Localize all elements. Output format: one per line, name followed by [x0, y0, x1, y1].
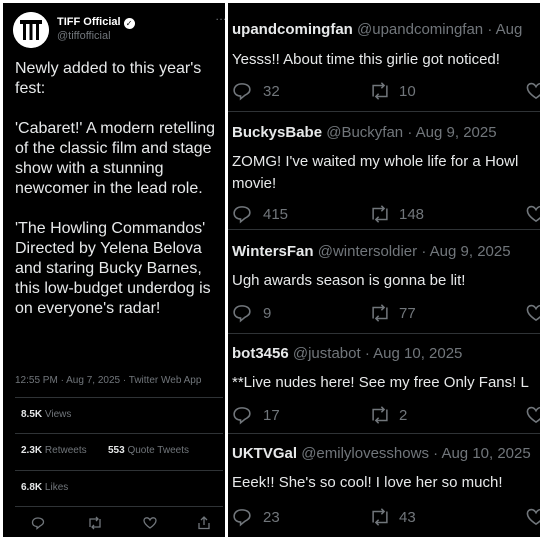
reply-header: WintersFan @wintersoldier · Aug 9, 2025 — [232, 243, 511, 260]
reply-icon[interactable] — [232, 303, 252, 327]
reply-count: 415 — [263, 206, 289, 223]
reply-header: BuckysBabe @Buckyfan · Aug 9, 2025 — [232, 124, 497, 141]
retweet-count: 43 — [399, 509, 416, 526]
quote-tweets-stat[interactable]: 553 Quote Tweets — [108, 445, 189, 456]
reply-header: UKTVGal @emilylovesshows · Aug 10, 2025 — [232, 445, 531, 462]
retweet-count: 77 — [399, 305, 416, 322]
reply-display-name[interactable]: BuckysBabe — [232, 124, 322, 141]
display-name[interactable]: TIFF Official ✓ — [57, 16, 135, 29]
reply-handle[interactable]: @justabot — [293, 345, 361, 362]
retweets-label: Retweets — [44, 445, 87, 456]
reply-display-name[interactable]: upandcomingfan — [232, 21, 353, 38]
display-name-text: TIFF Official — [57, 16, 121, 28]
tweet-body: Newly added to this year's fest: 'Cabare… — [15, 59, 225, 339]
more-options-icon[interactable]: … — [215, 9, 225, 23]
likes-count: 6.8K — [21, 482, 43, 493]
tweet-timestamp[interactable]: 12:55 PM · Aug 7, 2025 · Twitter Web App — [15, 375, 201, 386]
reply-count: 23 — [263, 509, 280, 526]
likes-label: Likes — [44, 482, 69, 493]
verified-badge-icon: ✓ — [123, 18, 135, 29]
retweet-count: 148 — [399, 206, 425, 223]
tweet-action-bar — [3, 516, 225, 536]
main-tweet-panel: TIFF Official✓ @tiffofficial … Newly add… — [3, 3, 225, 537]
user-handle[interactable]: @tiffofficial — [57, 30, 111, 42]
reply-item[interactable]: bot3456 @justabot · Aug 10, 2025 **Live … — [228, 333, 540, 433]
reply-text: Yesss!! About time this girlie got notic… — [232, 51, 500, 68]
retweet-count: 10 — [399, 83, 416, 100]
reply-date: · Aug 9, 2025 — [421, 243, 511, 260]
replies-panel: upandcomingfan @upandcomingfan · Aug Yes… — [228, 3, 540, 537]
avatar[interactable] — [13, 12, 49, 48]
reply-header: upandcomingfan @upandcomingfan · Aug — [232, 21, 522, 38]
like-icon[interactable] — [526, 81, 540, 105]
views-count: 8.5K — [21, 409, 43, 420]
divider — [15, 470, 223, 471]
divider — [15, 506, 223, 507]
reply-date: · Aug — [487, 21, 523, 38]
reply-item[interactable]: UKTVGal @emilylovesshows · Aug 10, 2025 … — [228, 433, 540, 537]
reply-text: Eeek!! She's so cool! I love her so much… — [232, 474, 503, 491]
reply-icon[interactable] — [232, 81, 252, 105]
quote-tweets-label: Quote Tweets — [127, 445, 189, 456]
reply-item[interactable]: WintersFan @wintersoldier · Aug 9, 2025 … — [228, 229, 540, 333]
views-stat: 8.5K Views — [21, 409, 71, 420]
reply-display-name[interactable]: UKTVGal — [232, 445, 297, 462]
retweet-icon[interactable] — [369, 405, 391, 429]
quote-tweets-count: 553 — [108, 445, 125, 456]
reply-count: 32 — [263, 83, 280, 100]
like-icon[interactable] — [526, 303, 540, 327]
retweet-icon[interactable] — [87, 516, 103, 533]
tweet-header: TIFF Official✓ @tiffofficial … — [3, 3, 225, 49]
reply-item[interactable]: upandcomingfan @upandcomingfan · Aug Yes… — [228, 3, 540, 105]
reply-count: 17 — [263, 407, 280, 424]
reply-icon[interactable] — [232, 405, 252, 429]
reply-text: Ugh awards season is gonna be lit! — [232, 272, 466, 289]
like-icon[interactable] — [526, 405, 540, 429]
reply-icon[interactable] — [232, 507, 252, 531]
reply-icon[interactable] — [31, 516, 45, 533]
reply-display-name[interactable]: WintersFan — [232, 243, 314, 260]
retweets-count: 2.3K — [21, 445, 43, 456]
reply-action-bar: 9 77 — [232, 303, 540, 325]
retweet-icon[interactable] — [369, 204, 391, 228]
retweet-icon[interactable] — [369, 81, 391, 105]
likes-stat[interactable]: 6.8K Likes — [21, 482, 68, 493]
reply-item[interactable]: BuckysBabe @Buckyfan · Aug 9, 2025 ZOMG!… — [228, 111, 540, 227]
reply-icon[interactable] — [232, 204, 252, 228]
reply-text: **Live nudes here! See my free Only Fans… — [232, 374, 529, 391]
like-icon[interactable] — [526, 204, 540, 228]
reply-date: · Aug 10, 2025 — [433, 445, 531, 462]
reply-count: 9 — [263, 305, 272, 322]
reply-handle[interactable]: @wintersoldier — [318, 243, 417, 260]
reply-text: ZOMG! I've waited my whole life for a Ho… — [232, 153, 519, 192]
divider — [15, 433, 223, 434]
reply-action-bar: 415 148 — [232, 204, 540, 226]
reply-date: · Aug 9, 2025 — [407, 124, 497, 141]
reply-display-name[interactable]: bot3456 — [232, 345, 289, 362]
tweet-paragraph: 'Cabaret!' A modern retelling of the cla… — [15, 120, 220, 197]
reply-action-bar: 17 2 — [232, 405, 540, 427]
retweet-icon[interactable] — [369, 507, 391, 531]
tweet-paragraph: 'The Howling Commandos' Directed by Yele… — [15, 220, 219, 317]
like-icon[interactable] — [526, 507, 540, 531]
like-icon[interactable] — [143, 516, 157, 533]
reply-action-bar: 23 43 — [232, 507, 540, 529]
reply-handle[interactable]: @upandcomingfan — [357, 21, 483, 38]
views-label: Views — [44, 409, 72, 420]
reply-header: bot3456 @justabot · Aug 10, 2025 — [232, 345, 462, 362]
retweets-stat[interactable]: 2.3K Retweets — [21, 445, 87, 456]
tiff-logo-icon — [13, 12, 49, 48]
reply-date: · Aug 10, 2025 — [364, 345, 463, 362]
reply-handle[interactable]: @Buckyfan — [326, 124, 403, 141]
retweet-icon[interactable] — [369, 303, 391, 327]
reply-handle[interactable]: @emilylovesshows — [301, 445, 429, 462]
share-icon[interactable] — [197, 516, 211, 533]
retweet-count: 2 — [399, 407, 408, 424]
divider — [15, 397, 223, 398]
tweet-paragraph: Newly added to this year's fest: — [15, 60, 206, 97]
reply-action-bar: 32 10 — [232, 81, 540, 103]
